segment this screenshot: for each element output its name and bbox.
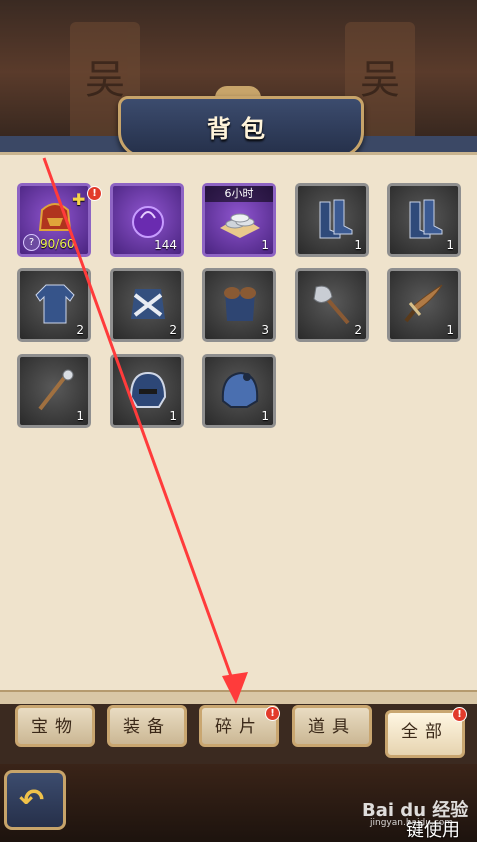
item-armor-a[interactable]: 2 (110, 268, 184, 342)
item-count: 2 (76, 323, 84, 337)
back-button[interactable]: ↶ (4, 770, 66, 830)
armor-icon (131, 289, 165, 319)
item-count: 1 (261, 409, 269, 423)
robe-icon (35, 284, 75, 324)
fragment-question-icon: ? (23, 234, 40, 251)
item-silver-pile[interactable]: 6小时 1 (202, 183, 276, 257)
item-count: 3 (261, 323, 269, 337)
item-count: 1 (169, 409, 177, 423)
item-count: 2 (354, 323, 362, 337)
item-count: 1 (446, 323, 454, 337)
alert-badge: ! (87, 186, 102, 201)
alert-badge: ! (452, 707, 467, 722)
page-title: 背包 (207, 115, 275, 143)
upgrade-plus-icon: ✚ (72, 190, 86, 209)
item-armor-b[interactable]: 3 (202, 268, 276, 342)
item-count: 2 (169, 323, 177, 337)
item-robe[interactable]: 2 (17, 268, 91, 342)
item-boots-a[interactable]: 1 (295, 183, 369, 257)
tab-items[interactable]: 道具 (292, 705, 372, 747)
item-staff[interactable]: 1 (17, 354, 91, 428)
item-axe[interactable]: 2 (295, 268, 369, 342)
back-arrow-icon: ↶ (19, 783, 45, 818)
fragment-progress: 90/60 (40, 237, 75, 251)
title-plate: 背包 (118, 96, 364, 158)
helmet-icon (221, 371, 259, 408)
item-hero-fragment[interactable]: ✚ ? 90/60 ! (17, 183, 102, 257)
boots-icon (319, 199, 353, 239)
staff-icon (38, 369, 74, 411)
item-count: 1 (261, 238, 269, 252)
purple-orb-icon (132, 206, 164, 238)
helmet-icon (129, 371, 167, 408)
item-helmet-b[interactable]: 1 (202, 354, 276, 428)
item-boots-b[interactable]: 1 (387, 183, 461, 257)
item-helmet-a[interactable]: 1 (110, 354, 184, 428)
item-sword[interactable]: 1 (387, 268, 461, 342)
silver-coins-icon (220, 213, 260, 238)
watermark-caption: 键使用 (406, 820, 460, 841)
item-count: 1 (446, 238, 454, 252)
boots-icon (409, 199, 443, 239)
armor-icon (224, 287, 256, 321)
tab-treasure[interactable]: 宝物 (15, 705, 95, 747)
item-purple-orb[interactable]: 144 (110, 183, 184, 257)
alert-badge: ! (265, 706, 280, 721)
item-count: 1 (354, 238, 362, 252)
tab-equipment[interactable]: 装备 (107, 705, 187, 747)
sword-icon (404, 284, 443, 323)
item-count: 144 (154, 238, 177, 252)
axe-icon (313, 285, 350, 325)
item-count: 1 (76, 409, 84, 423)
